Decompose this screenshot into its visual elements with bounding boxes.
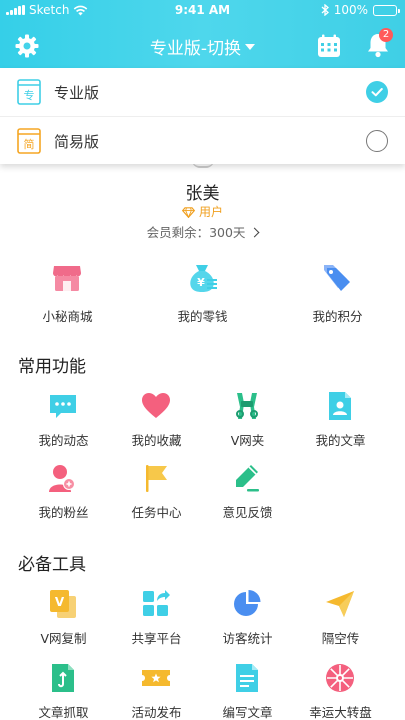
simple-edition-icon: 简 xyxy=(17,128,41,154)
function-label: 我的收藏 xyxy=(131,433,182,448)
function-favorites[interactable]: 我的收藏 xyxy=(106,390,207,450)
membership-text: 会员剩余：300天 xyxy=(146,225,246,240)
shop-icon xyxy=(53,266,81,291)
function-fans[interactable]: 我的粉丝 xyxy=(13,462,114,522)
tool-share-platform[interactable]: 共享平台 xyxy=(106,588,207,648)
article-grab-icon xyxy=(52,664,74,692)
shop-label: 小秘商城 xyxy=(42,309,93,324)
bluetooth-icon xyxy=(321,4,329,16)
shop-entry[interactable]: 小秘商城 xyxy=(0,262,135,328)
tool-event-publish[interactable]: 活动发布 xyxy=(106,662,207,720)
function-task-center[interactable]: 任务中心 xyxy=(106,462,207,522)
flag-icon xyxy=(146,465,167,492)
tool-label: 幸运大转盘 xyxy=(309,705,372,720)
user-role-label: 用户 xyxy=(198,205,223,219)
version-dropdown: 专 专业版 简 简易版 xyxy=(0,68,405,164)
diamond-icon xyxy=(181,207,196,219)
version-option-simple[interactable]: 简 简易版 xyxy=(0,116,405,164)
tool-air-transfer[interactable]: 隔空传 xyxy=(290,588,391,648)
selected-check-icon[interactable] xyxy=(366,81,388,103)
notification-badge: 2 xyxy=(379,28,393,42)
battery-percent: 100% xyxy=(333,3,368,17)
points-entry[interactable]: 我的积分 xyxy=(270,262,405,328)
device-status: 100% xyxy=(321,3,400,17)
tool-visitor-stats[interactable]: 访客统计 xyxy=(197,588,298,648)
wallet-row: 小秘商城 ¥ 我的零钱 我的积分 xyxy=(0,262,405,328)
paper-plane-icon xyxy=(326,591,354,617)
copy-icon: V xyxy=(50,590,76,618)
function-label: 我的动态 xyxy=(38,433,89,448)
battery-icon xyxy=(373,4,400,16)
tool-label: 编写文章 xyxy=(222,705,273,720)
write-article-icon xyxy=(236,664,258,692)
svg-text:V: V xyxy=(55,595,65,609)
tool-label: 活动发布 xyxy=(131,705,182,720)
version-switcher[interactable]: 专业版-切换 xyxy=(0,34,405,59)
money-bag-icon: ¥ xyxy=(190,265,217,292)
points-tag-icon xyxy=(324,265,350,291)
heart-icon xyxy=(142,393,170,418)
chat-bubble-icon xyxy=(50,395,76,418)
tool-lucky-wheel[interactable]: 幸运大转盘 xyxy=(290,662,391,720)
ticket-icon xyxy=(142,670,170,686)
points-label: 我的积分 xyxy=(312,309,363,324)
membership-remaining[interactable]: 会员剩余：300天 xyxy=(0,222,405,241)
function-feedback[interactable]: 意见反馈 xyxy=(197,462,298,522)
caret-down-icon xyxy=(245,44,256,50)
version-option-pro[interactable]: 专 专业版 xyxy=(0,68,405,116)
article-icon xyxy=(329,392,351,420)
tool-label: 共享平台 xyxy=(131,631,182,646)
version-switcher-label: 专业版-切换 xyxy=(149,39,242,59)
user-role: 用户 xyxy=(0,203,405,220)
tool-label: 文章抓取 xyxy=(38,705,89,720)
function-label: 我的文章 xyxy=(315,433,366,448)
version-option-label: 简易版 xyxy=(54,133,100,151)
function-v-folder[interactable]: V网夹 xyxy=(197,390,298,450)
function-label: 我的粉丝 xyxy=(38,505,89,520)
tool-label: 隔空传 xyxy=(321,631,360,646)
section-title-tools: 必备工具 xyxy=(18,555,86,575)
app-header: Sketch 9:41 AM 100% 专业版-切换 2 xyxy=(0,0,405,68)
function-label: V网夹 xyxy=(230,433,265,448)
tool-label: V网复制 xyxy=(40,631,87,646)
svg-text:¥: ¥ xyxy=(197,276,205,289)
pro-edition-icon: 专 xyxy=(17,79,41,105)
pie-chart-icon xyxy=(234,590,261,616)
section-title-common: 常用功能 xyxy=(18,357,86,377)
pro-edition-icon-text: 专 xyxy=(24,88,35,102)
version-option-label: 专业版 xyxy=(54,84,100,102)
unselected-radio-icon[interactable] xyxy=(366,130,388,152)
money-entry[interactable]: ¥ 我的零钱 xyxy=(135,262,270,328)
pen-icon xyxy=(236,465,259,492)
tool-label: 访客统计 xyxy=(222,631,273,646)
tool-v-copy[interactable]: V V网复制 xyxy=(13,588,114,648)
chevron-right-icon xyxy=(249,227,260,238)
calendar-icon[interactable] xyxy=(316,33,342,59)
share-platform-icon xyxy=(143,590,170,616)
lucky-wheel-icon xyxy=(326,664,354,692)
status-bar: Sketch 9:41 AM 100% xyxy=(0,0,405,22)
fans-icon xyxy=(49,465,75,492)
function-label: 意见反馈 xyxy=(222,505,273,520)
tool-article-grab[interactable]: 文章抓取 xyxy=(13,662,114,720)
function-my-articles[interactable]: 我的文章 xyxy=(290,390,391,450)
money-label: 我的零钱 xyxy=(177,309,228,324)
user-name: 张美 xyxy=(185,184,220,204)
function-my-updates[interactable]: 我的动态 xyxy=(13,390,114,450)
function-label: 任务中心 xyxy=(131,505,182,520)
binder-clip-icon xyxy=(236,393,258,419)
nav-bar: 专业版-切换 2 xyxy=(0,22,405,68)
simple-edition-icon-text: 简 xyxy=(24,137,35,151)
tool-write-article[interactable]: 编写文章 xyxy=(197,662,298,720)
